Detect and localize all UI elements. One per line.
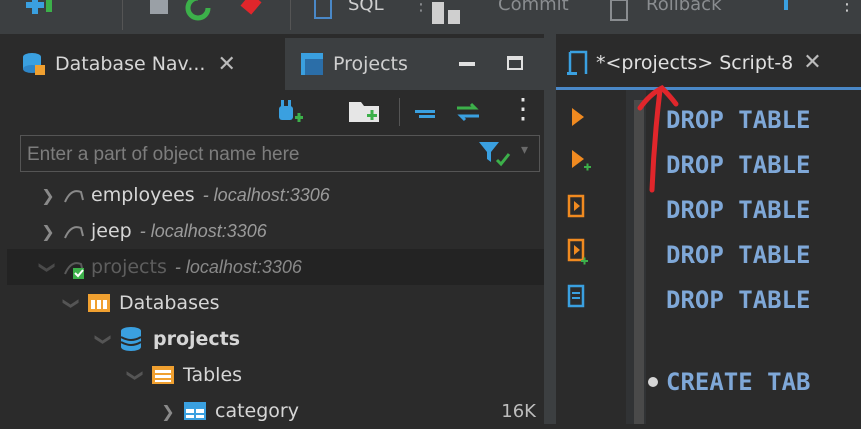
more-options-icon[interactable]: ⋮ (509, 92, 537, 125)
left-panel-tabbar: Database Nav... ✕ Projects (7, 38, 544, 90)
code-line: DROP TABLE (666, 151, 811, 179)
tree-item-tables[interactable]: ❯ Tables (7, 357, 544, 393)
tab-database-navigator-label: Database Nav... (55, 53, 206, 75)
code-line: CREATE TAB (666, 368, 811, 396)
new-connection-icon[interactable] (20, 0, 60, 20)
toolbar-overflow[interactable]: ⋮ (838, 0, 856, 15)
tree-item-projects-db[interactable]: ❯ projects (7, 321, 544, 357)
chevron-down-icon[interactable]: ❯ (39, 258, 58, 276)
database-icon (120, 327, 142, 351)
chevron-down-icon[interactable]: ❯ (127, 366, 146, 384)
execute-statement-icon[interactable] (570, 106, 586, 128)
database-navigator-icon (23, 53, 45, 75)
rollback-icon (610, 0, 628, 21)
link-with-editor-icon[interactable] (453, 98, 483, 126)
panel-window-controls[interactable] (459, 52, 539, 76)
transaction-mode-icon[interactable] (778, 0, 798, 20)
tab-projects[interactable]: Projects (285, 38, 445, 90)
execute-script-icon[interactable] (566, 194, 588, 220)
object-filter-input[interactable] (25, 140, 469, 169)
filter-box: ▾ (20, 135, 540, 172)
tree-item-host: - localhost:3306 (139, 220, 267, 241)
commit-button[interactable]: Commit (498, 0, 569, 15)
chevron-right-icon[interactable]: ❯ (159, 402, 177, 421)
code-line: DROP TABLE (666, 241, 811, 269)
rollback-button[interactable]: Rollback (646, 0, 722, 15)
fold-marker-icon[interactable] (648, 377, 658, 387)
commit-icon (432, 2, 460, 24)
tree-item-host: - localhost:3306 (174, 256, 302, 277)
table-size: 16K (501, 400, 536, 422)
tree-item-label: jeep (91, 220, 132, 242)
chevron-down-icon[interactable]: ❯ (63, 294, 82, 312)
tree-item-host: - localhost:3306 (202, 184, 330, 205)
code-line: DROP TABLE (666, 106, 811, 134)
sql-script-icon (567, 50, 588, 75)
collapse-all-icon[interactable] (413, 100, 439, 126)
databases-folder-icon (88, 294, 110, 312)
execute-script-new-tab-icon[interactable] (566, 238, 590, 266)
tree-item-label: projects (91, 256, 167, 278)
main-toolbar: SQL ⋮ Commit Rollback ⋮ (0, 0, 861, 34)
editor-tab-title: *<projects> Script-8 (596, 51, 794, 74)
chevron-right-icon[interactable]: ❯ (39, 222, 57, 241)
close-icon[interactable]: ✕ (217, 52, 235, 77)
mysql-connected-icon (64, 262, 84, 279)
connection-tools-icon[interactable] (148, 0, 278, 22)
tree-item-label: employees (91, 184, 195, 206)
sql-editor-icon[interactable] (312, 0, 336, 22)
sql-button[interactable]: SQL (348, 0, 384, 15)
tables-folder-icon (152, 366, 174, 384)
dropdown-dots[interactable]: ⋮ (412, 0, 430, 15)
code-line: DROP TABLE (666, 196, 811, 224)
projects-icon (301, 53, 323, 75)
table-icon (184, 402, 206, 420)
code-line: DROP TABLE (666, 286, 811, 314)
tree-item-projects-connection[interactable]: ❯ projects - localhost:3306 (7, 249, 544, 285)
filter-dropdown-icon[interactable]: ▾ (521, 142, 528, 158)
mysql-connection-icon (64, 190, 84, 203)
panel-splitter[interactable] (544, 34, 556, 424)
tree-item-label: category (215, 400, 299, 422)
mysql-connection-icon (64, 226, 84, 239)
navigator-toolbar: ⋮ (7, 90, 544, 136)
execute-in-new-tab-icon[interactable] (570, 148, 592, 176)
chevron-down-icon[interactable]: ❯ (95, 330, 114, 348)
tree-item-databases[interactable]: ❯ Databases (7, 285, 544, 321)
tab-database-navigator[interactable]: Database Nav... ✕ (7, 38, 285, 90)
tree-item-label: projects (153, 328, 241, 350)
annotation-arrow (637, 84, 679, 193)
filter-icon[interactable] (477, 140, 513, 168)
tree-item-jeep[interactable]: ❯ jeep - localhost:3306 (7, 213, 544, 249)
tree-item-label: Databases (119, 292, 220, 314)
toolbar-divider (399, 98, 400, 126)
minimize-icon (459, 62, 475, 66)
new-folder-icon[interactable] (347, 96, 383, 128)
chevron-right-icon[interactable]: ❯ (39, 186, 57, 205)
tree-item-employees[interactable]: ❯ employees - localhost:3306 (7, 177, 544, 213)
new-connection-plug-icon[interactable] (275, 98, 305, 128)
explain-plan-icon[interactable] (566, 284, 588, 310)
close-icon[interactable]: ✕ (803, 50, 821, 75)
tree-item-label: Tables (183, 364, 243, 386)
tab-projects-label: Projects (333, 53, 408, 75)
